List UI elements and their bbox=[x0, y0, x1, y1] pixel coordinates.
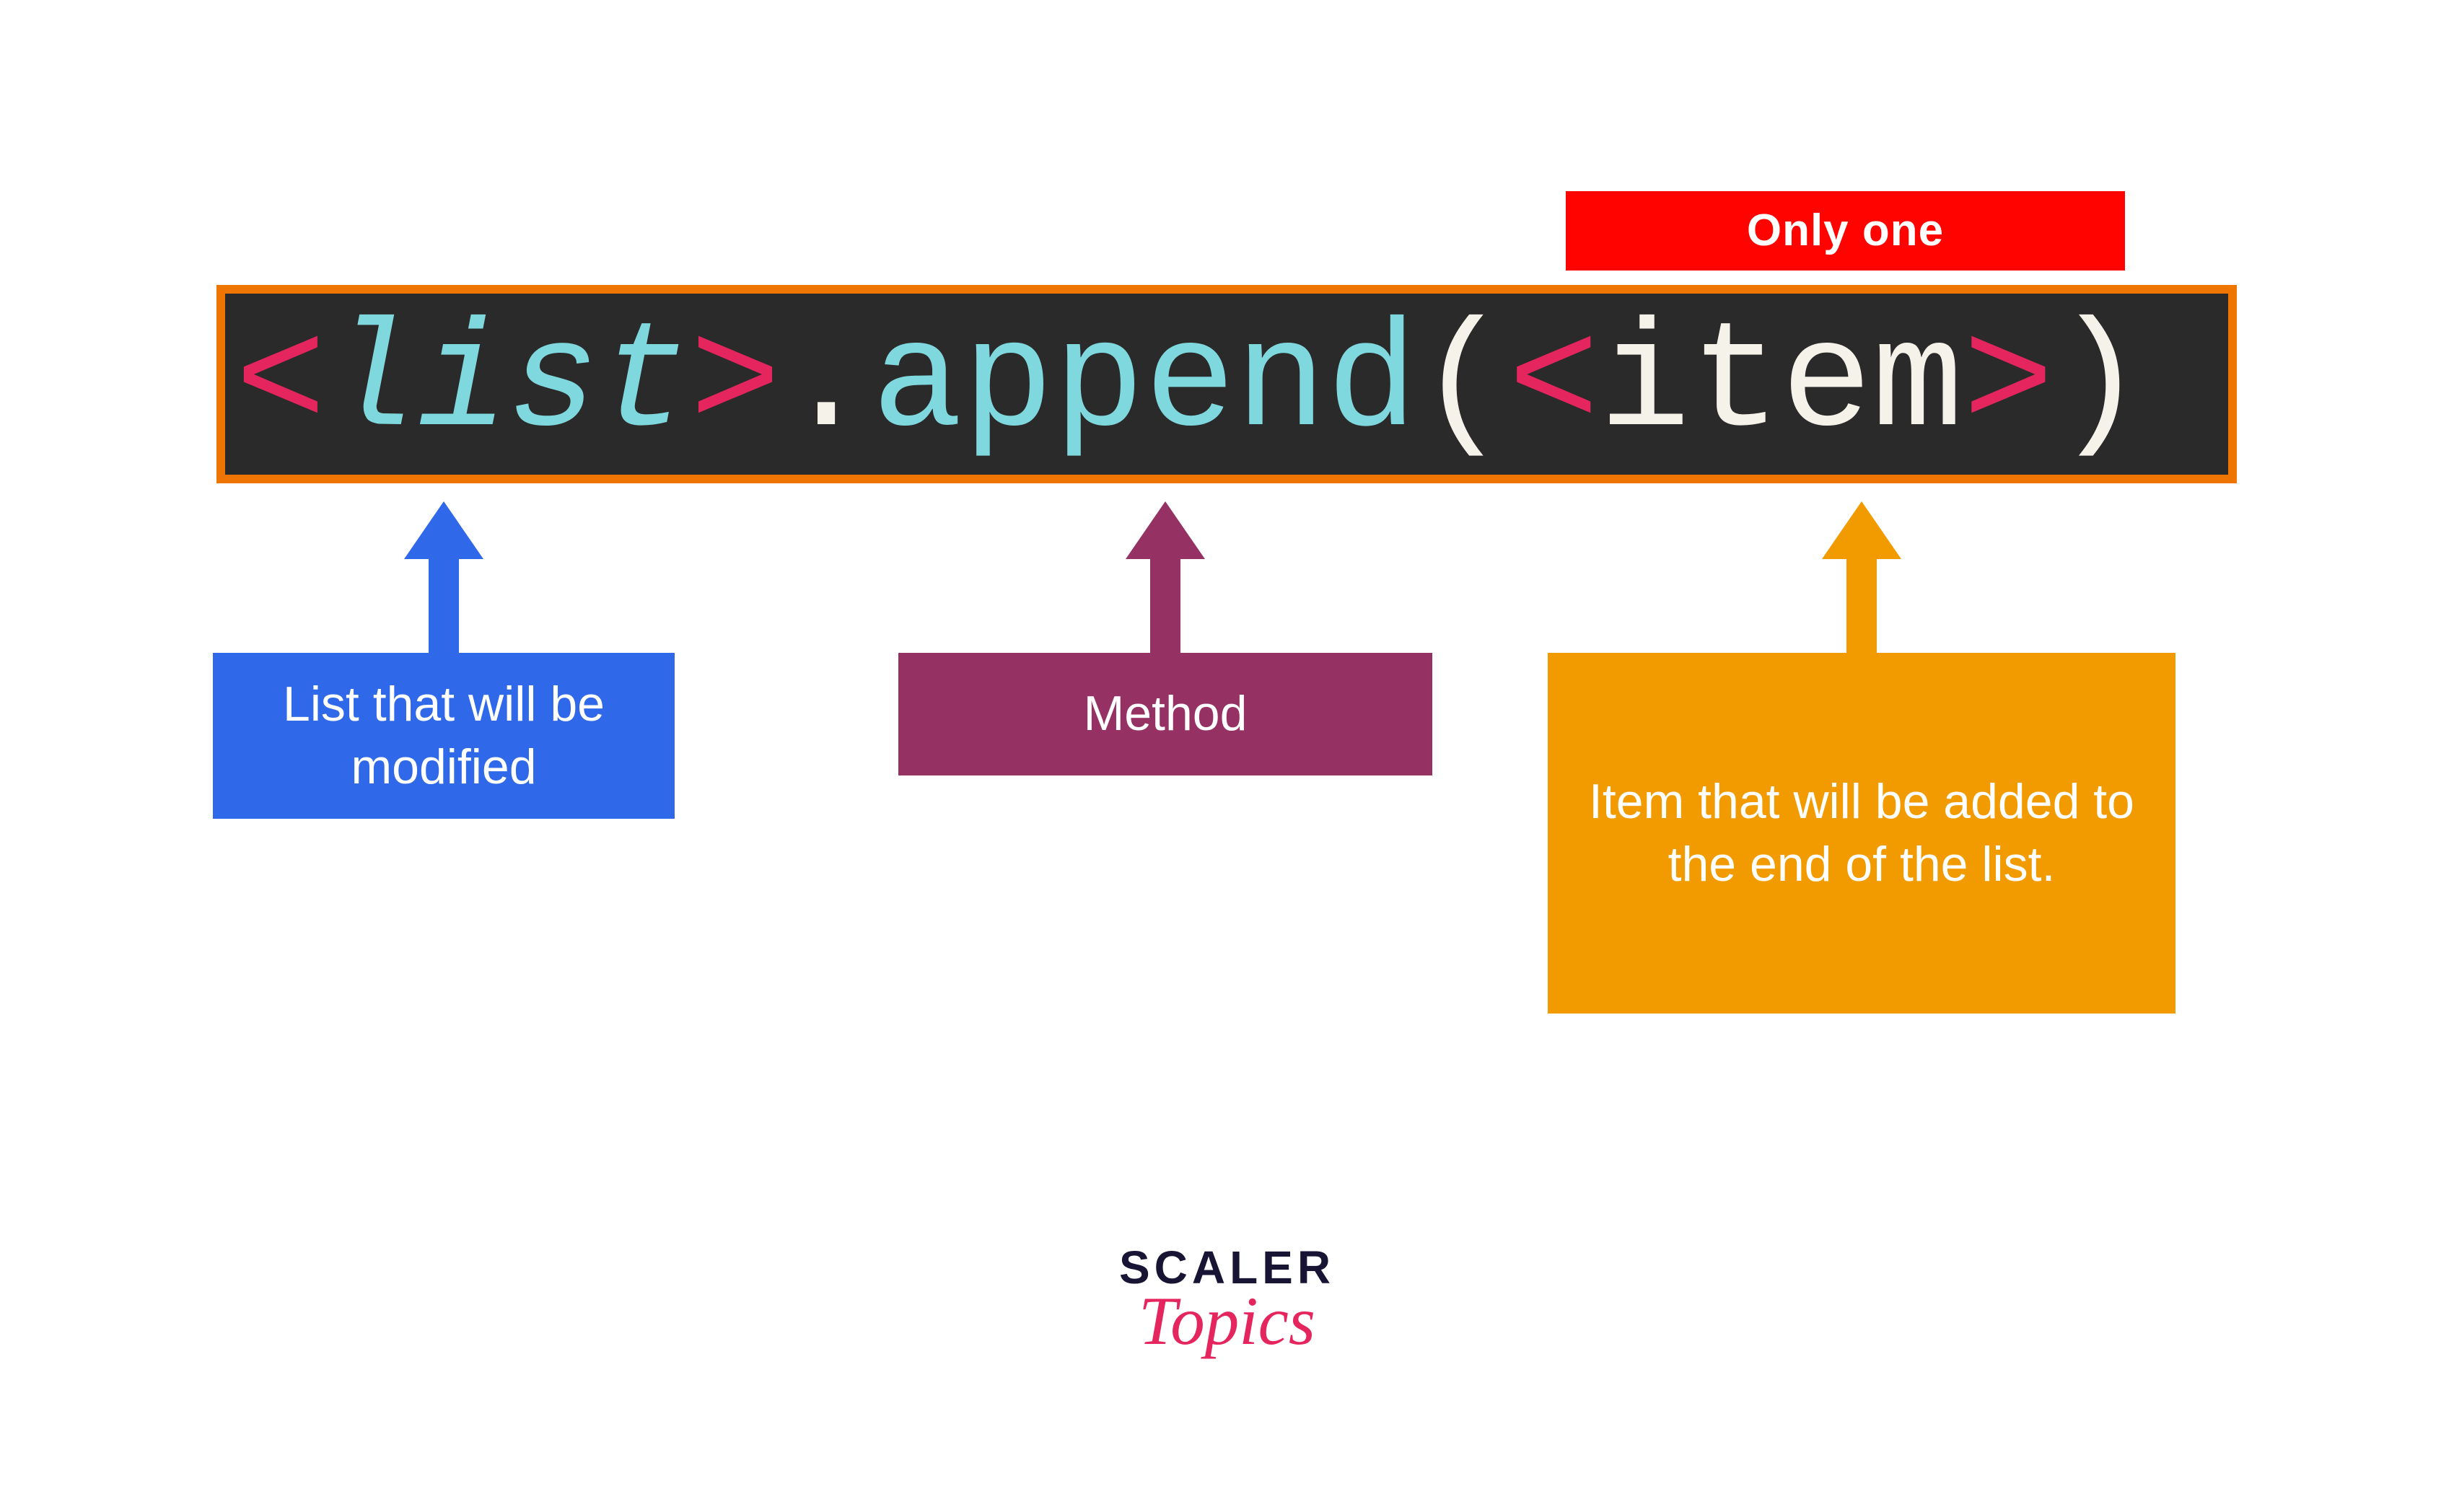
code-dot: . bbox=[781, 309, 872, 460]
code-angle-close-1: > bbox=[690, 309, 781, 460]
brand-logo: SCALER Topics bbox=[1119, 1241, 1335, 1361]
code-angle-close-2: > bbox=[1963, 309, 2054, 460]
arrow-up-icon bbox=[422, 501, 465, 653]
annotation-item: Item that will be added to the end of th… bbox=[1548, 653, 2175, 1014]
code-angle-open-2: < bbox=[1508, 309, 1599, 460]
only-one-badge: Only one bbox=[1566, 191, 2125, 271]
code-item-word: item bbox=[1599, 309, 1963, 460]
code-syntax-bar: <list>.append(<item>) bbox=[216, 285, 2237, 483]
diagram-canvas: Only one <list>.append(<item>) List that… bbox=[0, 0, 2454, 1512]
annotation-method: Method bbox=[898, 653, 1432, 775]
code-append-word: append bbox=[872, 309, 1417, 460]
logo-line-2: Topics bbox=[1119, 1281, 1335, 1361]
code-list-word: list bbox=[326, 309, 690, 460]
annotation-list: List that will be modified bbox=[213, 653, 675, 819]
arrow-up-icon bbox=[1840, 501, 1883, 653]
code-paren-close: ) bbox=[2054, 309, 2145, 460]
code-angle-open-1: < bbox=[235, 309, 326, 460]
arrow-up-icon bbox=[1144, 501, 1187, 653]
code-paren-open: ( bbox=[1417, 309, 1508, 460]
